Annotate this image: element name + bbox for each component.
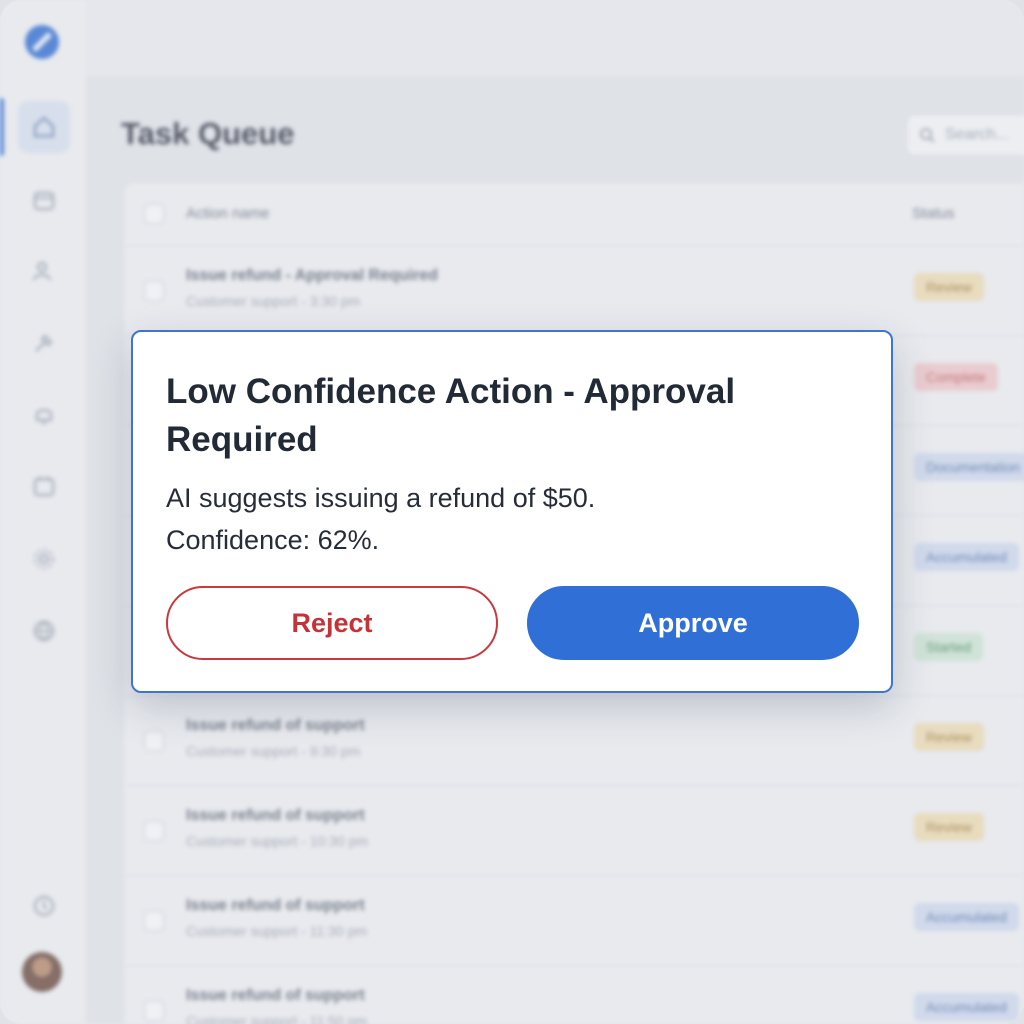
approval-dialog: Low Confidence Action - Approval Require… bbox=[131, 330, 893, 693]
dialog-body: AI suggests issuing a refund of $50. Con… bbox=[166, 477, 846, 561]
dialog-suggestion-text: AI suggests issuing a refund of $50. bbox=[166, 483, 596, 513]
dialog-title: Low Confidence Action - Approval Require… bbox=[166, 372, 736, 459]
app-window: Task Queue Search... Action name Status … bbox=[0, 0, 1024, 1024]
approve-button[interactable]: Approve bbox=[527, 586, 859, 660]
reject-button[interactable]: Reject bbox=[166, 586, 498, 660]
dialog-confidence-text: Confidence: 62%. bbox=[166, 525, 380, 555]
